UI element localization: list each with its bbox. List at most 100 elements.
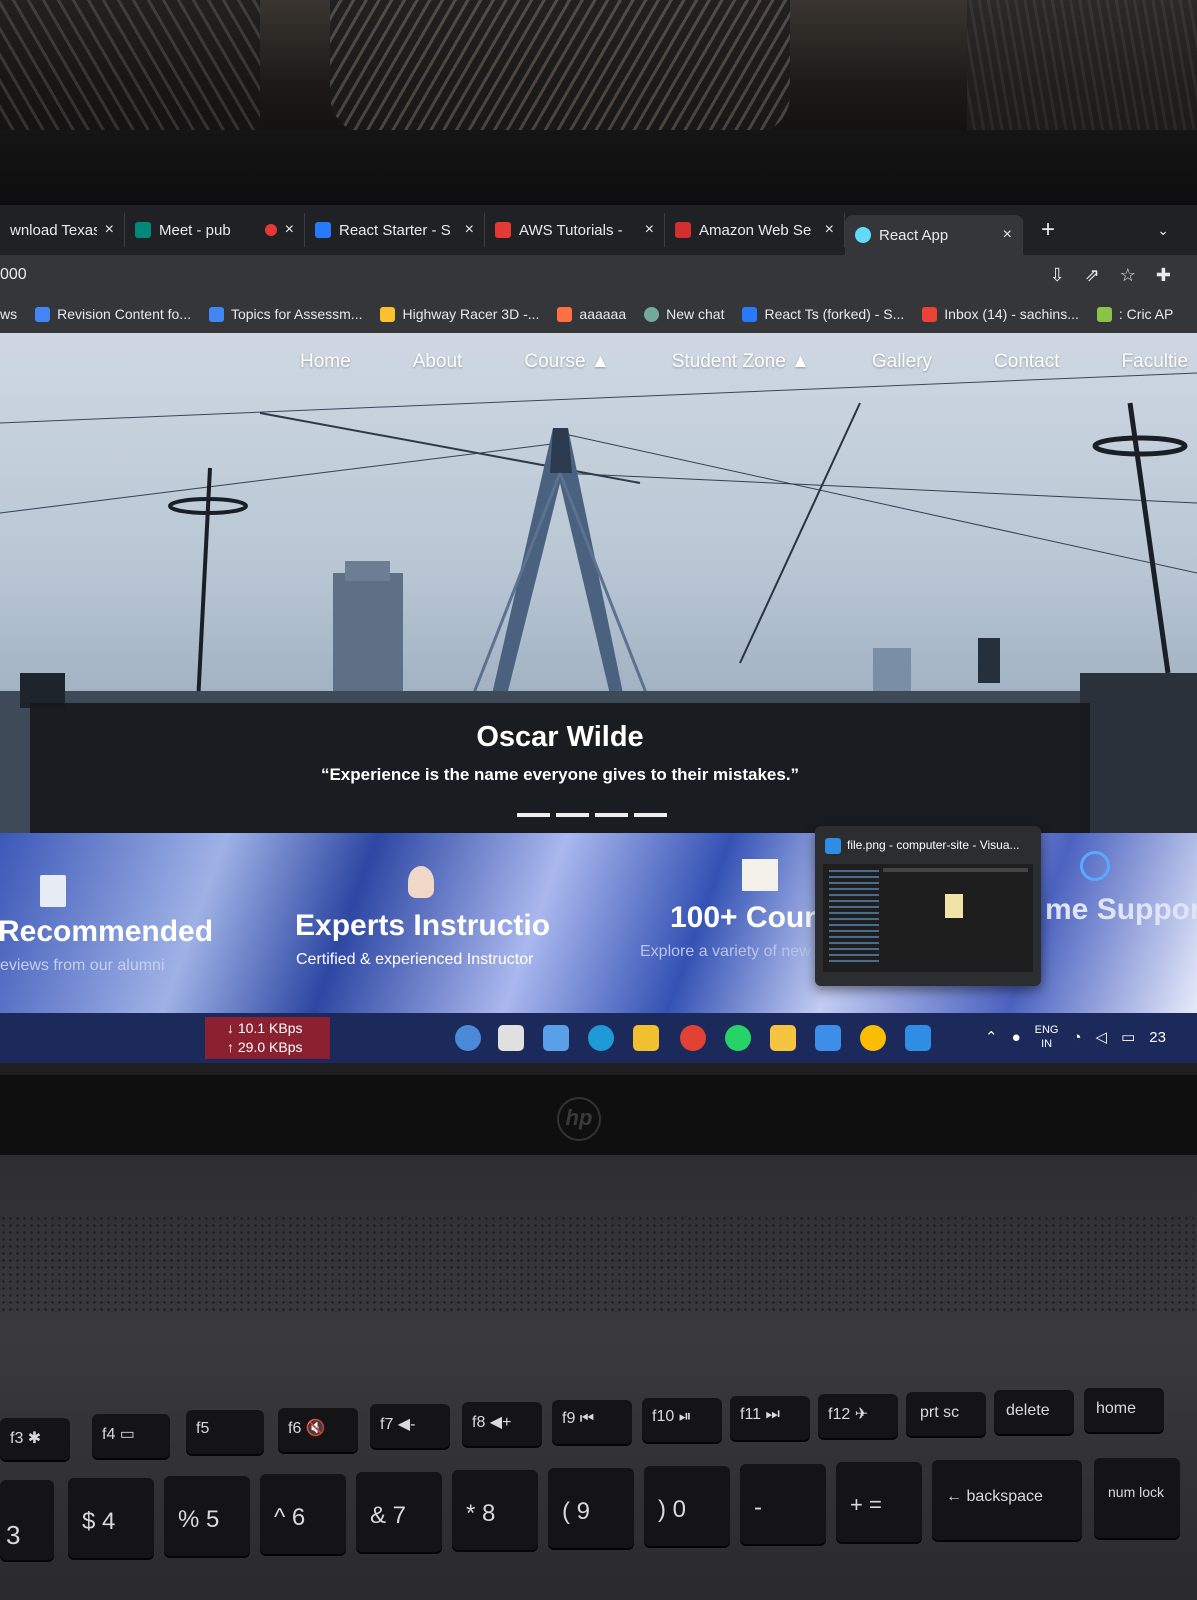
key-prtsc[interactable]: prt sc: [906, 1392, 986, 1436]
new-tab-button[interactable]: +: [1041, 216, 1055, 244]
close-icon[interactable]: ×: [105, 221, 114, 239]
clock-text[interactable]: 23: [1149, 1029, 1166, 1046]
address-bar[interactable]: 000 ⇩ ⇗ ☆ ✚: [0, 255, 1197, 295]
key-f8[interactable]: f8 ◀+: [462, 1402, 542, 1446]
vscode-icon[interactable]: [905, 1025, 931, 1051]
bookmark-news[interactable]: ws: [0, 306, 26, 322]
nav-student-zone[interactable]: Student Zone ▲: [672, 351, 810, 373]
url-text[interactable]: 000: [0, 266, 27, 284]
close-icon[interactable]: ×: [285, 221, 294, 239]
key-4[interactable]: $ 4: [68, 1478, 154, 1558]
key-5[interactable]: % 5: [164, 1476, 250, 1556]
volume-icon[interactable]: ◁: [1096, 1028, 1108, 1046]
key-num-lock[interactable]: num lock: [1094, 1458, 1180, 1538]
file-explorer-icon[interactable]: [770, 1025, 796, 1051]
key-backspace[interactable]: ← backspace: [932, 1460, 1082, 1540]
docs-icon: [208, 306, 224, 322]
close-icon[interactable]: ×: [825, 221, 834, 239]
key-f12[interactable]: f12 ✈: [818, 1394, 898, 1438]
tab-download-texas[interactable]: wnload Texas ×: [0, 213, 125, 247]
wifi-icon[interactable]: ◔: [1072, 1029, 1081, 1046]
key-f6[interactable]: f6 🔇: [278, 1408, 358, 1452]
key-7[interactable]: & 7: [356, 1472, 442, 1552]
key-f11[interactable]: f11 ⏭: [730, 1396, 810, 1440]
task-view-icon[interactable]: [498, 1025, 524, 1051]
key-home[interactable]: home: [1084, 1388, 1164, 1432]
speaker-grille: [0, 1215, 1197, 1315]
bookmark-revision-content[interactable]: Revision Content fo...: [26, 306, 200, 322]
tab-meet[interactable]: Meet - pub ×: [125, 213, 305, 247]
quote-carousel: Oscar Wilde “Experience is the name ever…: [30, 703, 1090, 833]
key-0[interactable]: ) 0: [644, 1466, 730, 1546]
nav-about[interactable]: About: [413, 351, 463, 373]
chrome-icon[interactable]: [680, 1025, 706, 1051]
microphone-icon[interactable]: ●: [1012, 1029, 1021, 1046]
bookmark-star-icon[interactable]: ☆: [1120, 265, 1136, 286]
room-background: [0, 0, 1197, 140]
whatsapp-icon[interactable]: [725, 1025, 751, 1051]
store-icon[interactable]: [633, 1025, 659, 1051]
key-6[interactable]: ^ 6: [260, 1474, 346, 1554]
web-page-viewport: Home About Course ▲ Student Zone ▲ Galle…: [0, 333, 1197, 1013]
carousel-indicator[interactable]: [595, 813, 628, 817]
key-f9[interactable]: f9 ⏮: [552, 1400, 632, 1444]
edge-icon[interactable]: [588, 1025, 614, 1051]
quote-author: Oscar Wilde: [476, 721, 644, 753]
close-icon[interactable]: ×: [1003, 226, 1012, 244]
person-icon: [408, 866, 434, 898]
close-icon[interactable]: ×: [465, 221, 474, 239]
key-f5[interactable]: f5: [186, 1410, 264, 1454]
tab-aws-tutorials[interactable]: AWS Tutorials - ×: [485, 213, 665, 247]
extensions-puzzle-icon[interactable]: ✚: [1156, 265, 1171, 286]
bookmark-new-chat[interactable]: New chat: [635, 306, 733, 322]
photos-icon[interactable]: [815, 1025, 841, 1051]
key-minus[interactable]: -: [740, 1464, 826, 1544]
key-f3[interactable]: f3 ✱: [0, 1418, 70, 1460]
window-thumbnail: [823, 864, 1033, 972]
chrome-profile-icon[interactable]: [860, 1025, 886, 1051]
nav-gallery[interactable]: Gallery: [872, 351, 932, 373]
meet-icon: [135, 222, 151, 238]
cortana-icon[interactable]: [455, 1025, 481, 1051]
nav-home[interactable]: Home: [300, 351, 351, 373]
share-icon[interactable]: ⇗: [1085, 265, 1100, 286]
key-equals[interactable]: + =: [836, 1462, 922, 1542]
bookmark-topics-assessment[interactable]: Topics for Assessm...: [200, 306, 371, 322]
quote-text: “Experience is the name everyone gives t…: [320, 765, 800, 784]
carousel-indicator[interactable]: [556, 813, 589, 817]
key-f4[interactable]: f4 ▭: [92, 1414, 170, 1458]
tab-react-starter[interactable]: React Starter - S ×: [305, 213, 485, 247]
key-8[interactable]: * 8: [452, 1470, 538, 1550]
key-delete[interactable]: delete: [994, 1390, 1074, 1434]
chatgpt-icon: [644, 306, 660, 322]
tab-react-app[interactable]: React App ×: [845, 215, 1023, 255]
docs-icon: [35, 306, 51, 322]
chevron-up-icon[interactable]: ⌃: [985, 1028, 998, 1046]
language-indicator[interactable]: ENG IN: [1035, 1023, 1059, 1051]
bookmark-gmail-inbox[interactable]: Inbox (14) - sachins...: [913, 306, 1088, 322]
key-9[interactable]: ( 9: [548, 1468, 634, 1548]
battery-icon[interactable]: ▭: [1121, 1028, 1135, 1046]
bookmark-react-ts[interactable]: React Ts (forked) - S...: [733, 306, 913, 322]
nav-course[interactable]: Course ▲: [524, 351, 609, 373]
tab-amazon-web-services[interactable]: Amazon Web Se ×: [665, 213, 845, 247]
bookmark-cric-api[interactable]: : Cric AP: [1088, 306, 1182, 322]
bookmark-aaaaaa[interactable]: aaaaaa: [548, 306, 635, 322]
game-icon: [380, 306, 396, 322]
key-f7[interactable]: f7 ◀-: [370, 1404, 450, 1448]
install-app-icon[interactable]: ⇩: [1050, 265, 1065, 286]
key-3[interactable]: 3: [0, 1480, 54, 1560]
bookmark-highway-racer[interactable]: Highway Racer 3D -...: [371, 306, 548, 322]
nav-contact[interactable]: Contact: [994, 351, 1059, 373]
tab-search-chevron-icon[interactable]: ⌄: [1157, 222, 1169, 239]
chat-icon[interactable]: [543, 1025, 569, 1051]
aws-icon: [675, 222, 691, 238]
key-f10[interactable]: f10 ⏯: [642, 1398, 722, 1442]
figure-icon: [557, 306, 573, 322]
carousel-indicator[interactable]: [517, 813, 550, 817]
carousel-indicator[interactable]: [634, 813, 667, 817]
nav-faculties[interactable]: Facultie: [1122, 351, 1189, 373]
vscode-taskbar-preview[interactable]: file.png - computer-site - Visua...: [815, 826, 1041, 986]
system-tray: ⌃ ● ENG IN ◔ ◁ ▭ 23: [985, 1023, 1166, 1051]
close-icon[interactable]: ×: [645, 221, 654, 239]
